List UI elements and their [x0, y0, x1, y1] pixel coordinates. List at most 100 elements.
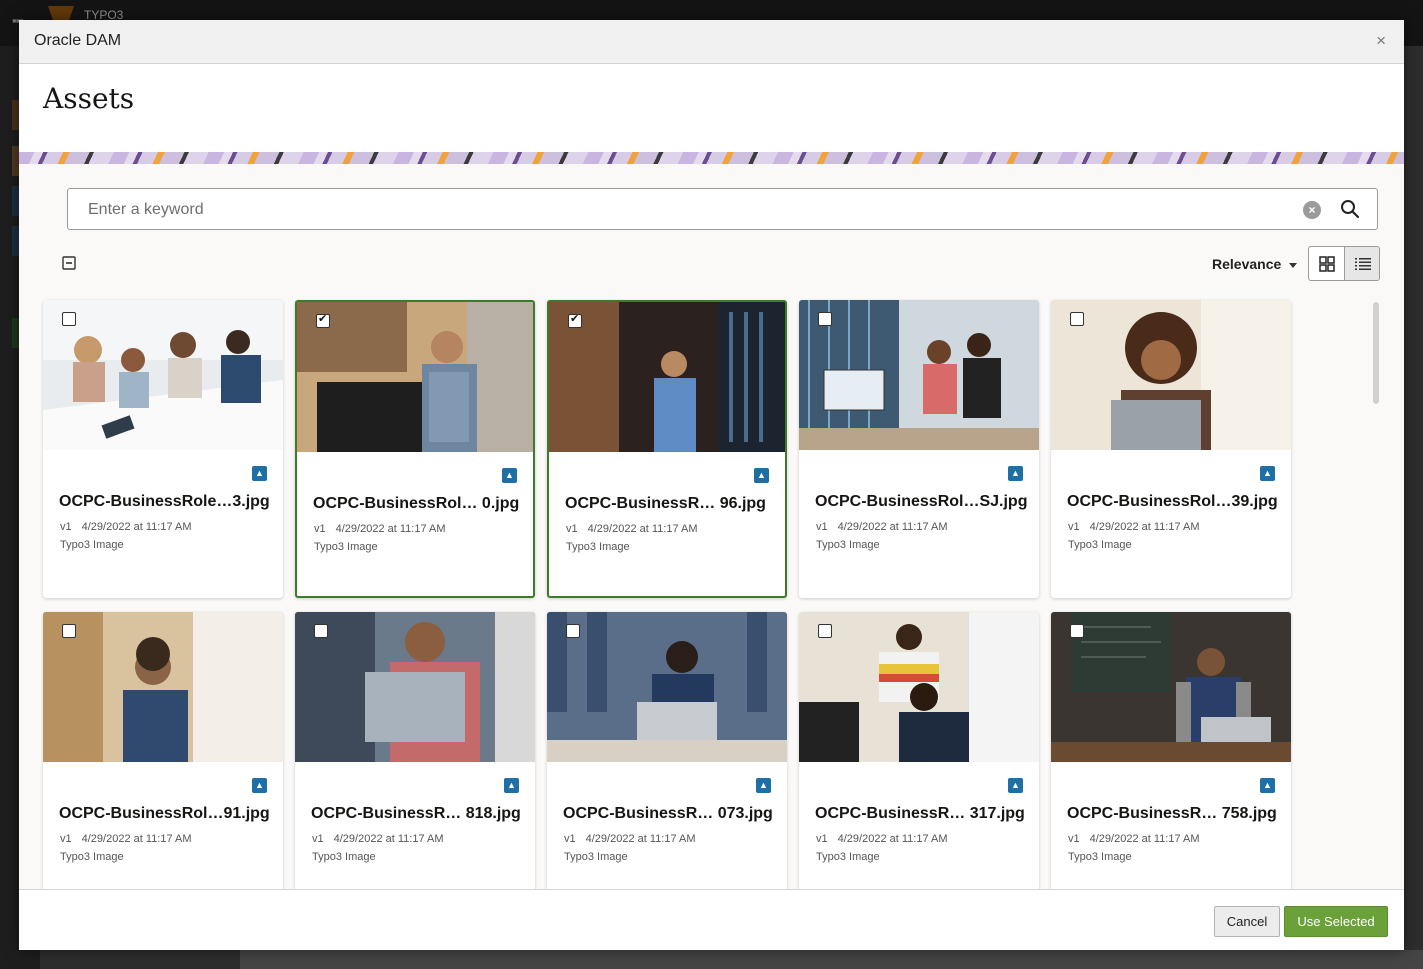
asset-type: Typo3 Image — [566, 541, 630, 553]
asset-version: v1 — [1068, 521, 1080, 533]
asset-filename: OCPC-BusinessR… 758.jpg — [1067, 805, 1277, 822]
asset-type: Typo3 Image — [1068, 851, 1132, 863]
asset-meta: v1 4/29/2022 at 11:17 AM — [816, 521, 958, 533]
asset-type: Typo3 Image — [60, 539, 124, 551]
chevron-up-icon[interactable]: ▲ — [504, 778, 519, 793]
asset-checkbox[interactable] — [62, 624, 76, 638]
asset-checkbox[interactable] — [568, 312, 582, 328]
asset-date: 4/29/2022 at 11:17 AM — [1089, 833, 1200, 845]
asset-date: 4/29/2022 at 11:17 AM — [837, 521, 948, 533]
asset-date: 4/29/2022 at 11:17 AM — [333, 833, 444, 845]
asset-thumbnail — [547, 612, 787, 762]
asset-filename: OCPC-BusinessR… 818.jpg — [311, 805, 521, 822]
asset-card[interactable]: ▲ OCPC-BusinessRole…3.jpg v1 4/29/2022 at… — [43, 300, 283, 598]
asset-thumbnail — [799, 612, 1039, 762]
asset-card[interactable]: ▲ OCPC-BusinessR… 073.jpg v1 4/29/2022 at… — [547, 612, 787, 889]
asset-meta: v1 4/29/2022 at 11:17 AM — [312, 833, 454, 845]
asset-thumbnail — [43, 300, 283, 450]
asset-filename: OCPC-BusinessR… 073.jpg — [563, 805, 773, 822]
sort-label: Relevance — [1212, 256, 1282, 272]
asset-meta: v1 4/29/2022 at 11:17 AM — [314, 523, 456, 535]
asset-checkbox[interactable] — [62, 312, 76, 326]
asset-version: v1 — [314, 523, 326, 535]
asset-date: 4/29/2022 at 11:17 AM — [837, 833, 948, 845]
asset-card[interactable]: ▲ OCPC-BusinessR… 758.jpg v1 4/29/2022 at… — [1051, 612, 1291, 889]
chevron-up-icon[interactable]: ▲ — [502, 468, 517, 483]
asset-card[interactable]: ▲ OCPC-BusinessRol…39.jpg v1 4/29/2022 at… — [1051, 300, 1291, 598]
asset-version: v1 — [60, 521, 72, 533]
grid-view-button[interactable] — [1309, 247, 1345, 280]
asset-meta: v1 4/29/2022 at 11:17 AM — [566, 523, 708, 535]
asset-meta: v1 4/29/2022 at 11:17 AM — [564, 833, 706, 845]
asset-thumbnail — [1051, 612, 1291, 762]
asset-date: 4/29/2022 at 11:17 AM — [585, 833, 696, 845]
sort-dropdown[interactable]: Relevance — [1212, 256, 1298, 272]
asset-meta: v1 4/29/2022 at 11:17 AM — [60, 521, 202, 533]
asset-version: v1 — [60, 833, 72, 845]
chevron-up-icon[interactable]: ▲ — [1260, 466, 1275, 481]
asset-date: 4/29/2022 at 11:17 AM — [81, 521, 192, 533]
close-icon[interactable]: × — [1376, 31, 1386, 51]
chevron-up-icon[interactable]: ▲ — [1008, 466, 1023, 481]
asset-filename: OCPC-BusinessR… 317.jpg — [815, 805, 1025, 822]
asset-filename: OCPC-BusinessRol… 0.jpg — [313, 495, 520, 512]
asset-type: Typo3 Image — [816, 851, 880, 863]
scrollbar[interactable] — [1373, 302, 1379, 404]
cancel-button[interactable]: Cancel — [1214, 906, 1280, 937]
asset-card[interactable]: ▲ OCPC-BusinessR… 317.jpg v1 4/29/2022 at… — [799, 612, 1039, 889]
dialog-header: Oracle DAM × — [19, 20, 1404, 64]
search-icon[interactable] — [1340, 199, 1360, 219]
asset-meta: v1 4/29/2022 at 11:17 AM — [1068, 521, 1210, 533]
view-toggle — [1308, 246, 1380, 281]
asset-filename: OCPC-BusinessR… 96.jpg — [565, 495, 766, 512]
asset-card[interactable]: ▲ OCPC-BusinessR… 818.jpg v1 4/29/2022 at… — [295, 612, 535, 889]
asset-checkbox[interactable] — [566, 624, 580, 638]
chevron-up-icon[interactable]: ▲ — [252, 778, 267, 793]
list-view-button[interactable] — [1345, 247, 1379, 280]
asset-date: 4/29/2022 at 11:17 AM — [587, 523, 698, 535]
chevron-up-icon[interactable]: ▲ — [754, 468, 769, 483]
page-title: Assets — [43, 82, 135, 115]
asset-filename: OCPC-BusinessRole…3.jpg — [59, 493, 270, 510]
asset-type: Typo3 Image — [564, 851, 628, 863]
assets-panel: × Relevance — [19, 164, 1404, 889]
search-box: × — [67, 188, 1378, 230]
list-view-icon — [1354, 257, 1371, 270]
asset-version: v1 — [816, 833, 828, 845]
asset-date: 4/29/2022 at 11:17 AM — [335, 523, 446, 535]
asset-version: v1 — [564, 833, 576, 845]
asset-checkbox[interactable] — [1070, 312, 1084, 326]
asset-checkbox[interactable] — [818, 624, 832, 638]
collapse-all-icon[interactable] — [62, 256, 76, 270]
asset-card[interactable]: ▲ OCPC-BusinessRol…SJ.jpg v1 4/29/2022 at… — [799, 300, 1039, 598]
asset-card[interactable]: ▲ OCPC-BusinessRol… 0.jpg v1 4/29/2022 at… — [295, 300, 535, 598]
asset-card[interactable]: ▲ OCPC-BusinessRol…91.jpg v1 4/29/2022 at… — [43, 612, 283, 889]
asset-version: v1 — [566, 523, 578, 535]
asset-type: Typo3 Image — [314, 541, 378, 553]
asset-thumbnail — [297, 302, 533, 452]
chevron-up-icon[interactable]: ▲ — [756, 778, 771, 793]
decorative-banner — [19, 152, 1404, 164]
search-input[interactable] — [86, 198, 1270, 222]
asset-type: Typo3 Image — [816, 539, 880, 551]
grid-view-icon — [1318, 255, 1335, 272]
use-selected-button[interactable]: Use Selected — [1284, 906, 1388, 937]
chevron-up-icon[interactable]: ▲ — [252, 466, 267, 481]
asset-checkbox[interactable] — [818, 312, 832, 326]
asset-filename: OCPC-BusinessRol…SJ.jpg — [815, 493, 1028, 510]
dialog-title: Oracle DAM — [34, 32, 122, 49]
asset-checkbox[interactable] — [1070, 624, 1084, 638]
asset-thumbnail — [1051, 300, 1291, 450]
asset-type: Typo3 Image — [60, 851, 124, 863]
chevron-up-icon[interactable]: ▲ — [1260, 778, 1275, 793]
clear-search-icon[interactable]: × — [1303, 201, 1321, 219]
asset-date: 4/29/2022 at 11:17 AM — [81, 833, 192, 845]
asset-meta: v1 4/29/2022 at 11:17 AM — [816, 833, 958, 845]
chevron-up-icon[interactable]: ▲ — [1008, 778, 1023, 793]
asset-checkbox[interactable] — [316, 312, 330, 328]
asset-thumbnail — [43, 612, 283, 762]
asset-checkbox[interactable] — [314, 624, 328, 638]
asset-card[interactable]: ▲ OCPC-BusinessR… 96.jpg v1 4/29/2022 at … — [547, 300, 787, 598]
asset-meta: v1 4/29/2022 at 11:17 AM — [1068, 833, 1210, 845]
asset-date: 4/29/2022 at 11:17 AM — [1089, 521, 1200, 533]
